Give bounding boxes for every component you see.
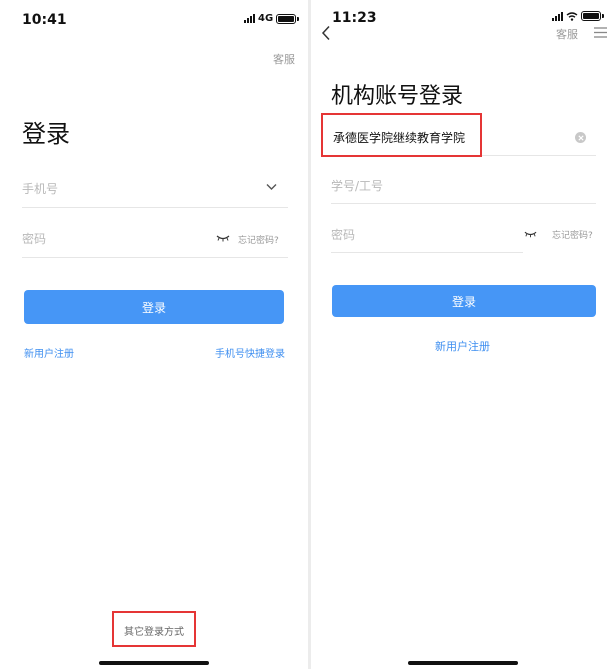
clear-icon[interactable] [575, 132, 586, 143]
login-button[interactable]: 登录 [24, 290, 284, 324]
back-icon[interactable] [321, 25, 331, 41]
eye-closed-icon[interactable] [524, 230, 537, 238]
phone-placeholder: 手机号 [22, 182, 59, 196]
register-link[interactable]: 新用户注册 [24, 345, 74, 360]
signal-icon [244, 14, 255, 23]
status-time: 11:23 [332, 10, 377, 26]
menu-icon[interactable] [594, 27, 607, 38]
student-id-field[interactable]: 学号/工号 [331, 164, 596, 204]
home-indicator [408, 661, 518, 665]
battery-icon [276, 13, 299, 24]
left-screen: 10:41 4G 客服 登录 手机号 密码 忘记密码? 登录 新用户注册 手机号… [0, 0, 308, 669]
status-time: 10:41 [22, 12, 67, 28]
page-title: 机构账号登录 [331, 84, 464, 109]
home-indicator [99, 661, 209, 665]
register-link[interactable]: 新用户注册 [435, 338, 490, 354]
right-screen: 11:23 客服 机构账号登录 承德医学院继续教育学院 学号/工号 密码 忘记密… [311, 0, 615, 669]
other-login-link[interactable]: 其它登录方式 [124, 623, 184, 638]
password-placeholder: 密码 [331, 228, 356, 242]
signal-icon [552, 11, 563, 21]
highlight-box [321, 113, 482, 157]
battery-icon [581, 11, 604, 21]
login-button[interactable]: 登录 [332, 285, 596, 317]
status-icons [552, 11, 604, 21]
password-field[interactable]: 密码 忘记密码? [22, 218, 288, 258]
eye-closed-icon[interactable] [216, 234, 230, 242]
password-placeholder: 密码 [22, 232, 47, 246]
customer-service-link[interactable]: 客服 [273, 51, 295, 67]
chevron-down-icon[interactable] [266, 183, 277, 191]
phone-field[interactable]: 手机号 [22, 168, 288, 208]
wifi-icon [566, 11, 578, 21]
network-label: 4G [258, 13, 274, 24]
status-icons: 4G [244, 13, 299, 24]
forgot-password-link[interactable]: 忘记密码? [238, 233, 279, 246]
customer-service-link[interactable]: 客服 [556, 26, 578, 42]
quick-login-link[interactable]: 手机号快捷登录 [215, 345, 285, 360]
student-id-placeholder: 学号/工号 [331, 179, 384, 193]
password-field[interactable]: 密码 [331, 213, 537, 253]
page-title: 登录 [22, 120, 70, 148]
forgot-password-link[interactable]: 忘记密码? [552, 228, 593, 241]
